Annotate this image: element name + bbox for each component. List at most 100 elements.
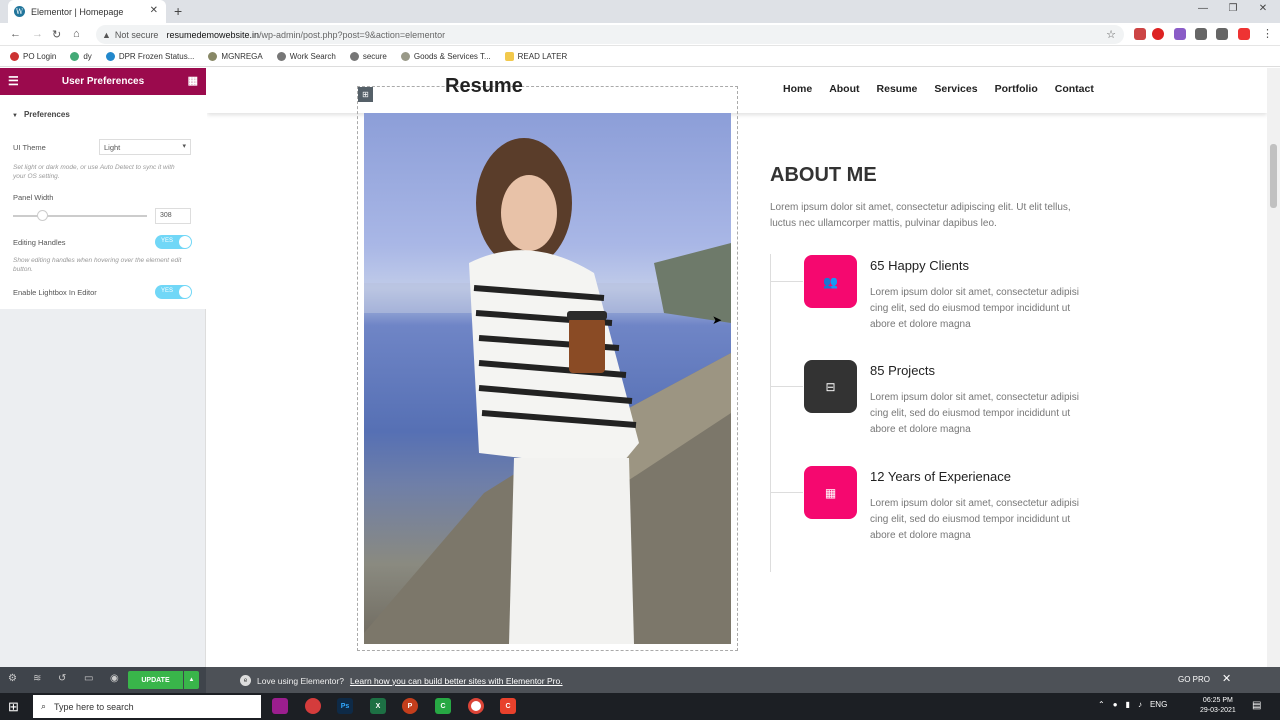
new-tab-button[interactable]: + <box>174 3 182 19</box>
nav-about[interactable]: About <box>829 83 859 95</box>
update-options-icon[interactable]: ▲ <box>184 671 199 689</box>
profile-icon[interactable] <box>1238 28 1250 40</box>
stat-description: Lorem ipsum dolor sit amet, consectetur … <box>870 498 1079 541</box>
scrollbar-thumb[interactable] <box>1270 144 1277 208</box>
bookmark-item[interactable]: DPR Frozen Status... <box>105 51 194 61</box>
about-text: Lorem ipsum dolor sit amet, consectetur … <box>770 202 1071 229</box>
app-icon[interactable] <box>272 698 288 714</box>
hamburger-icon[interactable]: ☰ <box>8 74 19 88</box>
bookmark-item[interactable]: dy <box>70 51 92 61</box>
wordpress-icon: W <box>14 6 25 17</box>
caret-down-icon: ▼ <box>12 113 18 119</box>
navigator-icon[interactable]: ≋ <box>33 673 41 684</box>
lightbox-label: Enable Lightbox In Editor <box>13 288 97 297</box>
pen-extension-icon[interactable] <box>1174 28 1186 40</box>
go-pro-link[interactable]: GO PRO <box>1178 675 1210 684</box>
bookmark-icon <box>70 51 80 61</box>
camtasia-icon[interactable]: C <box>435 698 451 714</box>
stat-title: 65 Happy Clients <box>870 258 969 273</box>
back-icon[interactable]: ← <box>10 28 21 40</box>
volume-icon[interactable]: ♪ <box>1138 700 1142 709</box>
close-icon[interactable]: ✕ <box>1222 672 1231 685</box>
nav-home[interactable]: Home <box>783 83 812 95</box>
close-tab-icon[interactable]: ✕ <box>150 5 158 16</box>
battery-icon[interactable]: ▮ <box>1126 700 1130 709</box>
excel-icon[interactable]: X <box>370 698 386 714</box>
lightbox-toggle[interactable]: YES <box>155 285 192 299</box>
stat-title: 12 Years of Experienace <box>870 469 1011 484</box>
panel-width-slider[interactable] <box>13 210 147 221</box>
notification-icon[interactable]: ▤ <box>1252 700 1261 711</box>
timeline-line <box>770 254 771 572</box>
column-selection-outline <box>357 86 738 651</box>
menu-dots-icon[interactable]: ⋮ <box>1262 27 1273 40</box>
bookmark-item[interactable]: PO Login <box>10 51 56 61</box>
update-button[interactable]: UPDATE <box>128 671 183 689</box>
panel-width-label: Panel Width <box>13 193 54 202</box>
nav-portfolio[interactable]: Portfolio <box>995 83 1038 95</box>
bookmark-star-icon[interactable]: ☆ <box>1106 28 1116 41</box>
history-icon[interactable]: ↺ <box>58 673 66 684</box>
column-edit-handle[interactable]: ⊞ <box>358 87 373 102</box>
preferences-heading[interactable]: ▼ Preferences <box>12 110 70 119</box>
bookmark-item[interactable]: MGNREGA <box>208 51 263 61</box>
bookmark-icon <box>105 51 115 61</box>
site-preview: ⊞ Resume Home About Resume Services Port… <box>207 68 1267 667</box>
extension-icon[interactable] <box>1134 28 1146 40</box>
forward-icon[interactable]: → <box>32 28 43 40</box>
about-heading: ABOUT ME <box>770 164 877 186</box>
cast-icon[interactable] <box>1195 28 1207 40</box>
timeline-connector <box>770 386 803 387</box>
responsive-icon[interactable]: ▭ <box>84 673 93 684</box>
home-icon[interactable]: ⌂ <box>73 28 80 40</box>
vivaldi-icon[interactable] <box>305 698 321 714</box>
chrome-icon[interactable] <box>468 698 484 714</box>
recorder-icon[interactable]: C <box>500 698 516 714</box>
tray-arrow-icon[interactable]: ⌃ <box>1098 700 1105 709</box>
page-scrollbar[interactable] <box>1267 68 1280 667</box>
tab-title: Elementor | Homepage <box>31 6 124 17</box>
settings-icon[interactable]: ⚙ <box>8 673 17 684</box>
url-bar[interactable]: ▲ Not secure resumedemowebsite.in /wp-ad… <box>96 25 1124 44</box>
taskbar-search[interactable]: ⌕ Type here to search <box>33 695 261 718</box>
bookmark-folder[interactable]: READ LATER <box>504 51 567 61</box>
ui-theme-description: Set light or dark mode, or use Auto Dete… <box>13 164 175 180</box>
nav-resume[interactable]: Resume <box>877 83 918 95</box>
windows-start-icon[interactable]: ⊞ <box>8 699 19 715</box>
adblock-icon[interactable] <box>1152 28 1164 40</box>
stat-description: Lorem ipsum dolor sit amet, consectetur … <box>870 392 1079 435</box>
editing-handles-toggle[interactable]: YES <box>155 235 192 249</box>
language-indicator[interactable]: ENG <box>1150 700 1167 709</box>
taskbar-clock[interactable]: 06:25 PM 29-03-2021 <box>1200 696 1236 716</box>
powerpoint-icon[interactable]: P <box>402 698 418 714</box>
reload-icon[interactable]: ↻ <box>52 28 61 41</box>
widgets-grid-icon[interactable]: ▦ <box>188 74 198 87</box>
folder-icon <box>504 51 514 61</box>
close-window-icon[interactable]: ✕ <box>1248 3 1278 14</box>
bookmark-item[interactable]: Work Search <box>276 51 336 61</box>
stat-description: Lorem ipsum dolor sit amet, consectetur … <box>870 287 1079 330</box>
globe-icon <box>276 51 286 61</box>
nav-services[interactable]: Services <box>934 83 977 95</box>
not-secure-label: Not secure <box>114 29 159 40</box>
promo-link[interactable]: Learn how you can build better sites wit… <box>350 676 563 686</box>
browser-tab[interactable]: W Elementor | Homepage ✕ <box>8 0 166 23</box>
puzzle-icon[interactable] <box>1216 28 1228 40</box>
mic-icon[interactable]: ● <box>1113 700 1118 709</box>
elementor-logo-icon: e <box>240 675 251 686</box>
ui-theme-select[interactable]: Light ▾ <box>99 139 191 155</box>
panel-width-input[interactable]: 308 <box>155 208 191 224</box>
warning-icon: ▲ <box>102 29 111 40</box>
bookmark-item[interactable]: secure <box>349 51 387 61</box>
bookmark-item[interactable]: Goods & Services T... <box>400 51 491 61</box>
elementor-panel: ☰ User Preferences ▦ ▼ Preferences <box>0 68 206 667</box>
sitemap-icon: ⊟ <box>804 360 857 413</box>
preview-eye-icon[interactable]: ◉ <box>110 673 119 684</box>
minimize-icon[interactable]: — <box>1188 3 1218 14</box>
site-logo[interactable]: Resume <box>445 75 523 98</box>
nav-contact[interactable]: Contact <box>1055 83 1094 95</box>
restore-icon[interactable]: ❐ <box>1218 3 1248 14</box>
stat-title: 85 Projects <box>870 363 936 378</box>
photoshop-icon[interactable]: Ps <box>337 698 353 714</box>
preferences-section <box>0 95 206 309</box>
